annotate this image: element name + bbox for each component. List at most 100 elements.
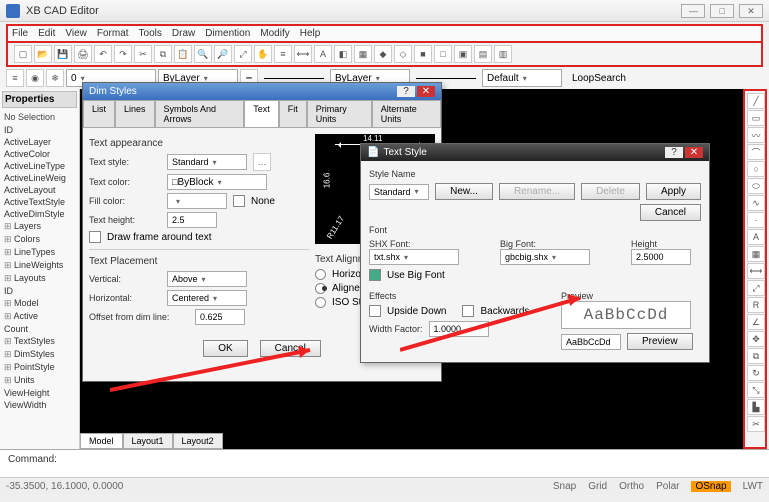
tab-alternate[interactable]: Alternate Units (372, 100, 441, 127)
undo-icon[interactable]: ↶ (94, 45, 112, 63)
menu-view[interactable]: View (65, 28, 87, 39)
line-icon[interactable]: ╱ (747, 93, 765, 109)
text-icon[interactable]: A (314, 45, 332, 63)
layer-mgr-icon[interactable]: ≡ (6, 69, 24, 87)
offset-input[interactable] (195, 309, 245, 325)
menu-tools[interactable]: Tools (139, 28, 162, 39)
tree-count[interactable]: Count (2, 323, 77, 335)
dim-dialog-title[interactable]: Dim Styles ? ✕ (83, 83, 441, 100)
text-close-icon[interactable]: ✕ (685, 147, 703, 158)
menu-edit[interactable]: Edit (38, 28, 55, 39)
minimize-button[interactable]: — (681, 4, 705, 18)
tree-layers[interactable]: Layers (2, 220, 77, 233)
polyline-icon[interactable]: 〰 (747, 127, 765, 143)
style-name-combo[interactable]: Standard (369, 184, 429, 200)
print-icon[interactable]: 🖨 (74, 45, 92, 63)
point-icon[interactable]: · (747, 212, 765, 228)
menu-draw[interactable]: Draw (172, 28, 195, 39)
big-font-combo[interactable]: gbcbig.shx (500, 249, 590, 265)
misc7-icon[interactable]: ▥ (494, 45, 512, 63)
tree-textstyles[interactable]: TextStyles (2, 335, 77, 348)
copy-icon[interactable]: ⧉ (154, 45, 172, 63)
text-style-combo[interactable]: Standard (167, 154, 247, 170)
prop-activedimstyle[interactable]: ActiveDimStyle (2, 208, 77, 220)
text-help-icon[interactable]: ? (665, 147, 683, 158)
text-style-browse-icon[interactable]: … (253, 153, 271, 171)
tab-text[interactable]: Text (244, 100, 279, 127)
toggle-lwt[interactable]: LWT (743, 481, 763, 492)
tab-list[interactable]: List (83, 100, 115, 127)
misc5-icon[interactable]: ▣ (454, 45, 472, 63)
text-tool-icon[interactable]: A (747, 229, 765, 245)
tree-dimstyles[interactable]: DimStyles (2, 348, 77, 361)
prop-activelayer[interactable]: ActiveLayer (2, 136, 77, 148)
tree-lineweights[interactable]: LineWeights (2, 259, 77, 272)
dim-radius-icon[interactable]: R (747, 297, 765, 313)
fill-color-combo[interactable] (167, 193, 227, 209)
block-icon[interactable]: ◧ (334, 45, 352, 63)
text-height-input[interactable] (167, 212, 217, 228)
fill-none-check[interactable] (233, 195, 245, 207)
paste-icon[interactable]: 📋 (174, 45, 192, 63)
width-factor-input[interactable] (429, 321, 489, 337)
command-line[interactable]: Command: (0, 449, 769, 477)
redo-icon[interactable]: ↷ (114, 45, 132, 63)
close-button[interactable]: ✕ (739, 4, 763, 18)
prop-viewheight[interactable]: ViewHeight (2, 387, 77, 399)
tree-pointstyle[interactable]: PointStyle (2, 361, 77, 374)
tree-units[interactable]: Units (2, 374, 77, 387)
toggle-snap[interactable]: Snap (553, 481, 576, 492)
rotate-icon[interactable]: ↻ (747, 365, 765, 381)
prop-viewwidth[interactable]: ViewWidth (2, 399, 77, 411)
prop-activecolor[interactable]: ActiveColor (2, 148, 77, 160)
layer-freeze-icon[interactable]: ❄ (46, 69, 64, 87)
circle-icon[interactable]: ○ (747, 161, 765, 177)
prop-activelayout[interactable]: ActiveLayout (2, 184, 77, 196)
spline-icon[interactable]: ∿ (747, 195, 765, 211)
draw-frame-check[interactable] (89, 231, 101, 243)
menu-dimension[interactable]: Dimention (205, 28, 250, 39)
tab-layout2[interactable]: Layout2 (173, 433, 223, 449)
tree-colors[interactable]: Colors (2, 233, 77, 246)
save-icon[interactable]: 💾 (54, 45, 72, 63)
zoom-in-icon[interactable]: 🔍 (194, 45, 212, 63)
cut-icon[interactable]: ✂ (134, 45, 152, 63)
menu-file[interactable]: File (12, 28, 28, 39)
text-color-combo[interactable]: □ ByBlock (167, 174, 267, 190)
align-horizontal-radio[interactable] (315, 269, 326, 280)
text-cancel-button[interactable]: Cancel (640, 204, 701, 221)
tree-active[interactable]: Active (2, 310, 77, 323)
pan-icon[interactable]: ✋ (254, 45, 272, 63)
rect-icon[interactable]: ▭ (747, 110, 765, 126)
menu-help[interactable]: Help (300, 28, 321, 39)
horizontal-combo[interactable]: Centered (167, 290, 247, 306)
misc1-icon[interactable]: ◆ (374, 45, 392, 63)
vertical-combo[interactable]: Above (167, 271, 247, 287)
menu-format[interactable]: Format (97, 28, 129, 39)
mirror-icon[interactable]: ▙ (747, 399, 765, 415)
misc4-icon[interactable]: □ (434, 45, 452, 63)
font-height-input[interactable] (631, 249, 691, 265)
loopsearch-label[interactable]: LoopSearch (572, 73, 626, 84)
dim-ok-button[interactable]: OK (203, 340, 247, 357)
dim-angle-icon[interactable]: ∠ (747, 314, 765, 330)
align-aligned-radio[interactable] (315, 283, 326, 294)
scale-icon[interactable]: ⤡ (747, 382, 765, 398)
hatch-tool-icon[interactable]: ▦ (747, 246, 765, 262)
dim-cancel-button[interactable]: Cancel (260, 340, 321, 357)
preview-input[interactable] (561, 334, 621, 350)
prop-activelineweight[interactable]: ActiveLineWeig (2, 172, 77, 184)
toggle-osnap[interactable]: OSnap (691, 481, 730, 492)
zoom-out-icon[interactable]: 🔎 (214, 45, 232, 63)
preview-button[interactable]: Preview (627, 333, 693, 350)
new-style-button[interactable]: New... (435, 183, 493, 200)
toggle-polar[interactable]: Polar (656, 481, 679, 492)
tree-model[interactable]: Model (2, 297, 77, 310)
arc-icon[interactable]: ⌒ (747, 144, 765, 160)
lineweight-combo[interactable]: Default (482, 69, 562, 87)
layer-on-icon[interactable]: ◉ (26, 69, 44, 87)
dim-aligned-icon[interactable]: ⤢ (747, 280, 765, 296)
copy2-icon[interactable]: ⧉ (747, 348, 765, 364)
dim-linear-icon[interactable]: ⟷ (747, 263, 765, 279)
tab-lines[interactable]: Lines (115, 100, 155, 127)
